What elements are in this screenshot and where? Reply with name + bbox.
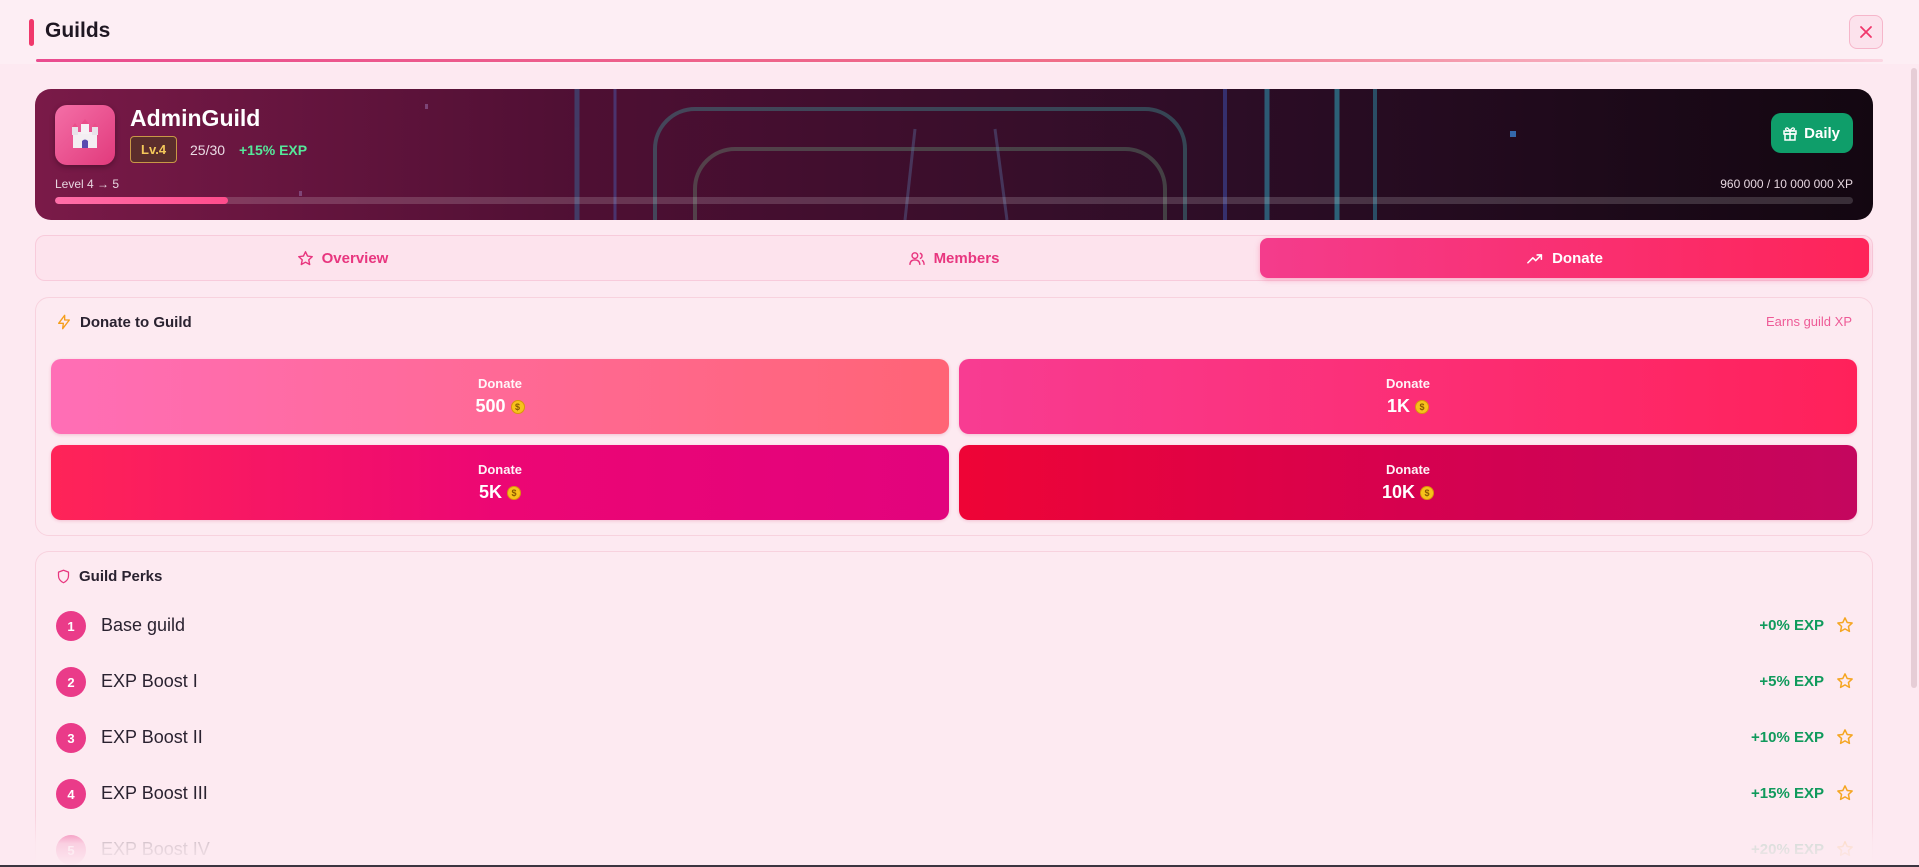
perk-row: 4 EXP Boost III +15% EXP [36,766,1874,822]
perk-row: 5 EXP Boost IV +20% EXP [36,822,1874,867]
xp-progress-bar [55,197,1853,204]
header-divider [36,59,1883,62]
castle-icon [72,119,98,148]
star-icon [297,250,313,265]
level-badge: Lv.4 [130,136,178,163]
donate-button-label: Donate [477,462,523,477]
perk-number: 1 [56,611,86,641]
title-accent [29,19,34,46]
perk-name: EXP Boost IV [101,839,210,859]
perks-card-title: Guild Perks [56,568,162,585]
donate-10k-button[interactable]: Donate 10K $ [959,445,1857,520]
tab-members-label: Members [933,249,1000,267]
perk-exp: +20% EXP [1751,841,1824,858]
donate-button-label: Donate [1385,462,1431,477]
xp-total: 960 000 / 10 000 000 XP [1720,177,1853,191]
coin-icon: $ [1415,399,1429,414]
perk-exp: +15% EXP [1751,785,1824,802]
tab-donate-label: Donate [1552,249,1603,267]
donate-card: Donate to Guild Earns guild XP Donate 50… [35,297,1873,536]
perk-name: EXP Boost II [101,727,203,747]
donate-amount-text: 1K [1386,396,1410,416]
donate-amount-text: 500 [475,396,506,416]
guild-perks-card: Guild Perks 1 Base guild +0% EXP 2 EXP B… [35,551,1873,867]
gift-icon [1783,127,1797,141]
star-icon [1837,617,1853,633]
level-progress-label: Level 4 → 5 [55,177,120,191]
trending-up-icon [1527,253,1543,264]
page-title: Guilds [45,19,111,42]
star-icon [1837,841,1853,857]
guild-tabs: Overview Members Donate [35,235,1873,281]
donate-button-amount: 5K $ [479,482,521,503]
donate-amount-text: 10K [1381,482,1416,502]
star-icon [1837,729,1853,745]
xp-progress-fill [55,197,228,204]
donate-title-text: Donate to Guild [80,313,192,331]
coin-icon: $ [510,399,525,414]
lightning-icon [58,314,70,330]
coin-icon: $ [507,485,521,500]
close-icon [1860,26,1872,38]
perks-title-text: Guild Perks [79,568,163,585]
perk-number: 5 [56,835,86,865]
users-icon [908,251,925,265]
perk-name: EXP Boost III [101,783,208,803]
donate-500-button[interactable]: Donate 500 $ [51,359,949,434]
perk-name: EXP Boost I [101,671,198,691]
perk-exp: +5% EXP [1759,673,1824,690]
perk-row: 1 Base guild +0% EXP [36,598,1874,654]
donate-button-amount: 1K $ [1387,396,1429,417]
guild-name: AdminGuild [130,105,261,131]
donate-button-label: Donate [1385,376,1431,391]
top-bar: Guilds [0,0,1919,64]
star-icon [1837,673,1853,689]
daily-label: Daily [1804,124,1840,142]
guild-emblem [55,105,115,165]
donate-amount-text: 5K [478,482,502,502]
perk-row: 2 EXP Boost I +5% EXP [36,654,1874,710]
tab-donate[interactable]: Donate [1260,238,1869,278]
donate-button-label: Donate [477,376,523,391]
donate-note: Earns guild XP [1766,314,1852,329]
tab-overview-label: Overview [321,249,389,267]
donate-card-title: Donate to Guild [56,313,192,331]
guild-banner: AdminGuild Lv.4 25/30 +15% EXP Level 4 →… [35,89,1873,220]
perk-exp: +0% EXP [1759,617,1824,634]
donate-button-amount: 10K $ [1381,482,1435,503]
scrollbar[interactable] [1911,68,1917,688]
donate-button-amount: 500 $ [475,396,525,417]
close-button[interactable] [1849,15,1883,49]
coin-icon: $ [1420,485,1435,500]
perk-number: 2 [56,667,86,697]
perk-name: Base guild [101,615,186,635]
daily-reward-button[interactable]: Daily [1771,113,1853,153]
donate-5k-button[interactable]: Donate 5K $ [51,445,949,520]
donate-1k-button[interactable]: Donate 1K $ [959,359,1857,434]
exp-bonus: +15% EXP [239,142,308,158]
perk-row: 3 EXP Boost II +10% EXP [36,710,1874,766]
tab-members[interactable]: Members [649,238,1258,278]
tab-overview[interactable]: Overview [38,238,647,278]
shield-icon [57,569,70,584]
perk-number: 4 [56,779,86,809]
perk-number: 3 [56,723,86,753]
star-icon [1837,785,1853,801]
perk-exp: +10% EXP [1751,729,1824,746]
member-count: 25/30 [190,142,226,158]
